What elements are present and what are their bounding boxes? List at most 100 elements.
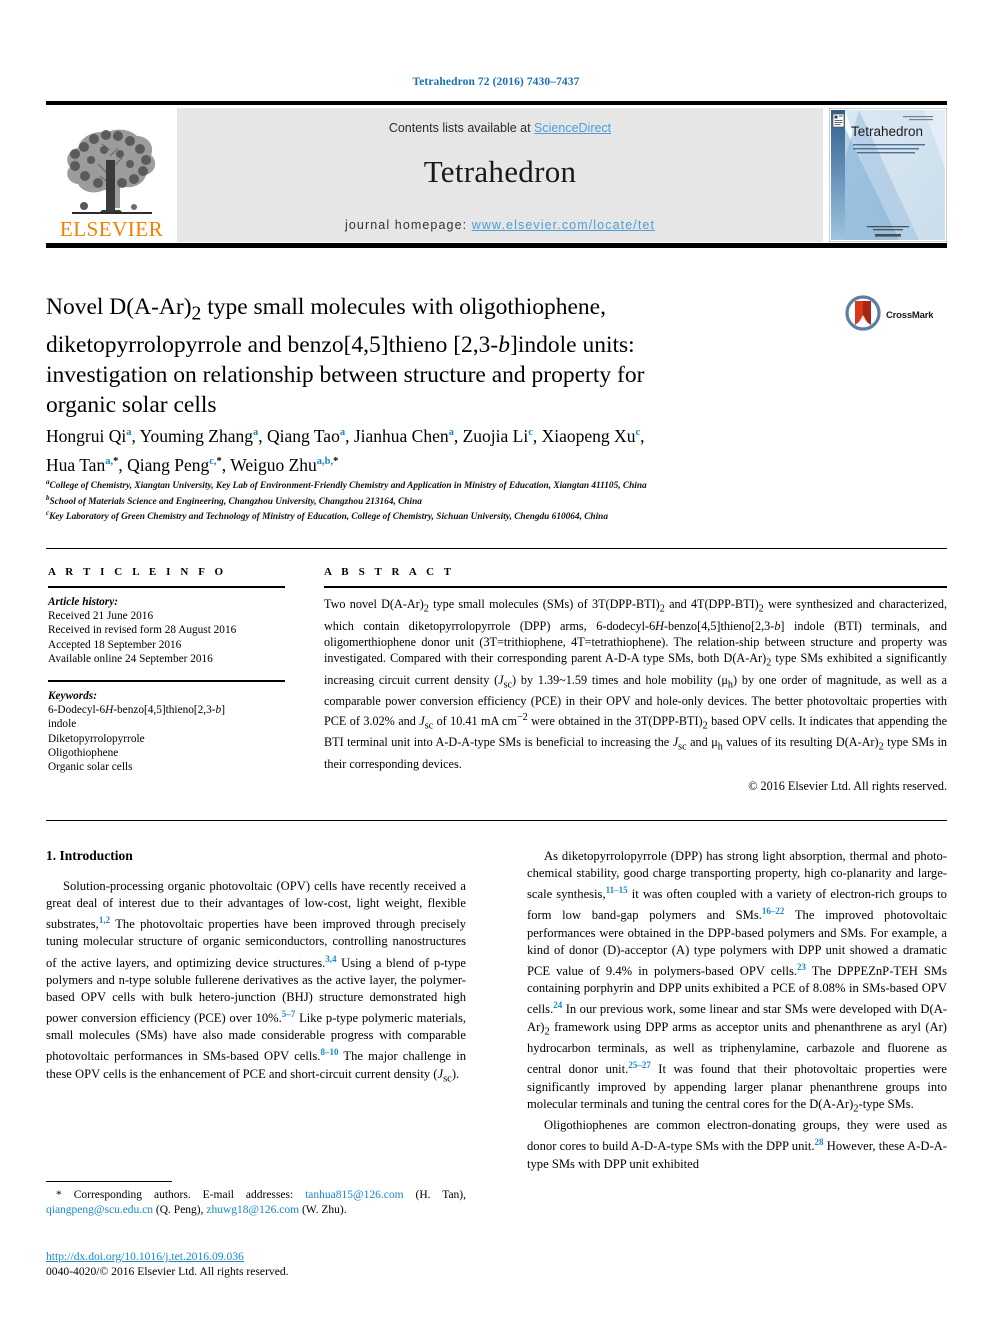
crossmark-label: CrossMark [886,309,934,321]
intro-paragraph-2: As diketopyrrolopyrrole (DPP) has strong… [527,849,947,1115]
journal-homepage-link[interactable]: www.elsevier.com/locate/tet [472,218,655,232]
intro-paragraph-3: Oligothiophenes are common electron-dona… [527,1118,947,1171]
cover-journal-title: Tetrahedron [851,124,923,139]
email-link-zhu[interactable]: zhuwg18@126.com [206,1204,299,1216]
citation-ref[interactable]: 8–10 [320,1047,338,1057]
keyword-item: Organic solar cells [48,761,133,774]
author-item: Hua Tana,* [46,454,119,475]
title-block: Novel D(A-Ar)2 type small molecules with… [46,292,836,420]
author-affiliation-marker: a [448,427,454,438]
affiliation-list: aCollege of Chemistry, Xiangtan Universi… [46,477,876,524]
body-top-rule [46,820,947,821]
keywords-block: Keywords: 6-Dodecyl-6H-benzo[4,5]thieno[… [48,689,298,774]
keyword-item: Diketopyrrolopyrrole [48,732,145,745]
sciencedirect-link[interactable]: ScienceDirect [534,121,611,135]
email-link-peng[interactable]: qiangpeng@scu.edu.cn [46,1204,153,1216]
author-item: Jianhua Chena [353,425,454,446]
citation-ref[interactable]: 3,4 [325,954,336,964]
affiliation-item: cKey Laboratory of Green Chemistry and T… [46,508,876,524]
citation-ref[interactable]: 11–15 [606,885,628,895]
article-info-rule [48,586,285,588]
citation-ref[interactable]: 25–27 [628,1060,651,1070]
abstract-text: Two novel D(A-Ar)2 type small molecules … [324,597,948,771]
crossmark-badge[interactable]: CrossMark [845,294,950,336]
journal-cover-thumbnail: Tetrahedron [828,107,948,243]
affiliation-text: School of Materials Science and Engineer… [49,496,422,507]
author-affiliation-marker: c [528,427,533,438]
article-info-block: A R T I C L E I N F O Article history: R… [48,566,298,774]
abstract-copyright: © 2016 Elsevier Ltd. All rights reserved… [748,779,947,794]
author-item: Xiaopeng Xuc [541,425,641,446]
intro-paragraph-1: Solution-processing organic photovoltaic… [46,879,466,1085]
footnote-rule [46,1181,172,1182]
author-item: Qiang Pengc,* [127,454,222,475]
affiliation-text: Key Laboratory of Green Chemistry and Te… [49,512,608,523]
masthead-top-rule [46,101,947,105]
email-link-tan[interactable]: tanhua815@126.com [305,1189,403,1201]
abstract-block: A B S T R A C T Two novel D(A-Ar)2 type … [324,566,947,794]
homepage-prefix: journal homepage: [344,218,472,232]
abstract-rule [324,586,947,588]
citation-ref[interactable]: 24 [553,1000,562,1010]
keywords-rule [48,680,285,683]
body-column-right: As diketopyrrolopyrrole (DPP) has strong… [527,848,947,1173]
author-affiliation-marker: c [635,427,641,438]
corresponding-prefix: * Corresponding authors. E-mail addresse… [56,1189,306,1201]
article-history: Article history: Received 21 June 2016 R… [48,595,298,666]
affiliation-text: College of Chemistry, Xiangtan Universit… [49,481,647,492]
section-heading-introduction: 1. Introduction [46,848,133,863]
title-line-4: organic solar cells [46,391,217,418]
author-list: Hongrui Qia, Youming Zhanga, Qiang Taoa,… [46,425,645,475]
elsevier-wordmark: ELSEVIER [59,217,164,241]
keywords-heading: Keywords: [48,690,97,703]
author-item: Qiang Taoa [267,425,346,446]
citation-ref[interactable]: 5–7 [282,1009,296,1019]
email-owner-zhu: (W. Zhu) [301,1204,344,1217]
corresponding-author-note: * Corresponding authors. E-mail addresse… [46,1189,467,1217]
doi-link[interactable]: http://dx.doi.org/10.1016/j.tet.2016.09.… [46,1250,244,1263]
journal-title: Tetrahedron [423,154,577,189]
history-item: Available online 24 September 2016 [48,652,213,665]
keyword-item: Oligothiophene [48,746,119,759]
citation-ref[interactable]: 1,2 [99,915,110,925]
issn-copyright-line: 0040-4020/© 2016 Elsevier Ltd. All right… [46,1264,289,1278]
journal-masthead: ELSEVIER Contents lists available at Sci… [46,101,948,243]
author-affiliation-marker: a [339,427,346,438]
page-title: Novel D(A-Ar)2 type small molecules with… [46,292,836,420]
affiliation-item: aCollege of Chemistry, Xiangtan Universi… [46,477,876,493]
title-line-3: investigation on relationship between st… [46,361,645,388]
journal-band: Contents lists available at ScienceDirec… [177,108,823,242]
elsevier-logo: ELSEVIER [46,108,177,242]
body-column-left: 1. Introduction Solution-processing orga… [46,848,466,1087]
author-affiliation-marker: a,b,* [316,455,339,467]
author-affiliation-marker: c,* [209,455,222,467]
history-item: Received 21 June 2016 [48,610,154,623]
doi-block: http://dx.doi.org/10.1016/j.tet.2016.09.… [46,1250,476,1279]
masthead-bottom-rule [46,243,947,248]
author-affiliation-marker: a,* [105,455,119,467]
history-item: Accepted 18 September 2016 [48,638,182,651]
citation-ref[interactable]: 28 [815,1137,824,1147]
title-line-2: diketopyrrolopyrrole and benzo[4,5]thien… [46,331,635,358]
info-section-top-rule [46,548,947,549]
email-owner-peng: (Q. Peng) [155,1204,201,1217]
keyword-item: 6-Dodecyl-6H-benzo[4,5]thieno[2,3-b] indo… [48,704,225,731]
author-item: Zuojia Lic [462,425,533,446]
author-item: Weiguo Zhua,b,* [230,454,339,475]
contents-prefix: Contents lists available at [388,121,535,135]
journal-homepage-line: journal homepage: www.elsevier.com/locat… [177,218,823,232]
history-item: Received in revised form 28 August 2016 [48,624,237,637]
author-affiliation-marker: a [253,427,259,438]
author-item: Hongrui Qia [46,425,132,446]
abstract-heading: A B S T R A C T [324,566,455,578]
citation-ref[interactable]: 16–22 [762,906,785,916]
running-head: Tetrahedron 72 (2016) 7430–7437 [412,76,580,88]
article-history-heading: Article history: [48,596,118,608]
contents-lists-line: Contents lists available at ScienceDirec… [177,121,823,135]
citation-ref[interactable]: 23 [797,962,806,972]
author-item: Youming Zhanga [139,425,259,446]
affiliation-item: bSchool of Materials Science and Enginee… [46,493,876,509]
title-line-1: Novel D(A-Ar)2 type small molecules with… [46,294,606,325]
crossmark-icon [845,294,881,336]
email-owner-tan: (H. Tan) [415,1189,464,1201]
